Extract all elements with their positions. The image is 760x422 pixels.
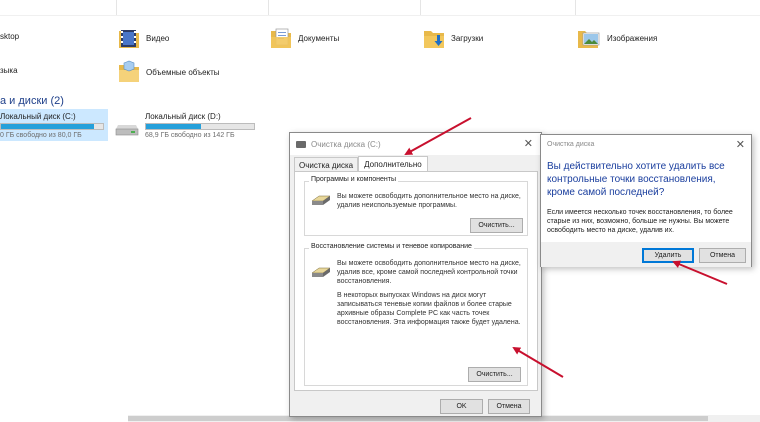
close-icon[interactable]: ✕ [524,138,533,150]
column-divider [116,0,117,15]
restore-group-note: В некоторых выпусках Windows на диск мог… [337,292,521,326]
devices-section-title[interactable]: а и диски (2) [0,95,64,107]
programs-cleanup-button[interactable]: Очистить... [470,218,523,233]
toolbar-divider [0,15,760,16]
restore-group-title: Восстановление системы и теневое копиров… [309,243,474,250]
cleanup-disk-icon [311,195,331,205]
drive-icon [115,125,139,136]
drive-d[interactable]: Локальный диск (D:) 68,9 ГБ свободно из … [145,112,255,139]
folder-label-desktop[interactable]: sktop [0,32,19,41]
cancel-button[interactable]: Отмена [488,399,530,414]
folder-label-3d-objects: Объемные объекты [146,67,220,77]
column-divider [268,0,269,15]
restore-group: Восстановление системы и теневое копиров… [304,243,528,386]
drive-d-usage-bar [145,123,255,130]
drive-c-free: 0 ГБ свободно из 80,0 ГБ [0,132,82,139]
drive-c-usage-fill [1,124,94,129]
folder-label-video: Видео [146,33,170,43]
ok-button[interactable]: OK [440,399,483,414]
programs-group-text: Вы можете освободить дополнительное мест… [337,193,521,209]
folder-label-images: Изображения [607,33,658,43]
folder-label-documents: Документы [298,33,340,43]
folder-3d-objects[interactable]: Объемные объекты [118,60,220,84]
cleanup-disk-icon [311,267,331,277]
documents-folder-icon [271,28,291,48]
drive-d-name: Локальный диск (D:) [145,112,221,121]
drive-c-name: Локальный диск (C:) [0,112,76,121]
confirm-question: Вы действительно хотите удалить все конт… [547,161,725,198]
folder-downloads[interactable]: Загрузки [423,26,483,50]
restore-group-text: Вы можете освободить дополнительное мест… [337,260,521,285]
drive-c[interactable]: Локальный диск (C:) 0 ГБ свободно из 80,… [0,112,104,139]
dialog-titlebar[interactable]: Очистка диска (C:) ✕ [290,133,541,155]
column-divider [420,0,421,15]
images-folder-icon [578,31,600,48]
confirm-cancel-button[interactable]: Отмена [699,248,746,263]
drive-icon [296,140,306,148]
confirm-dialog-title: Очистка диска [547,141,595,148]
folder-label-downloads: Загрузки [451,33,484,43]
drive-d-usage-fill [146,124,202,129]
disk-cleanup-dialog: Очистка диска (C:) ✕ Очистка диска Допол… [289,132,542,417]
programs-group: Программы и компоненты Вы можете освобод… [304,176,528,236]
downloads-folder-icon [424,31,444,48]
drive-c-usage-bar [0,123,104,130]
video-folder-icon [119,30,139,48]
delete-button[interactable]: Удалить [642,248,694,263]
close-icon[interactable]: ✕ [736,138,745,151]
confirm-explanation: Если имеется несколько точек восстановле… [547,209,733,234]
folder-images[interactable]: Изображения [577,26,657,50]
confirm-delete-dialog: Очистка диска ✕ Вы действительно хотите … [540,134,752,267]
folder-video[interactable]: Видео [118,26,169,50]
programs-group-title: Программы и компоненты [309,176,399,183]
tab-panel: Программы и компоненты Вы можете освобод… [294,171,538,391]
drive-d-free: 68,9 ГБ свободно из 142 ГБ [145,132,235,139]
column-divider [575,0,576,15]
folder-label-music[interactable]: зыка [0,66,18,75]
dialog-title: Очистка диска (C:) [311,139,381,149]
restore-cleanup-button[interactable]: Очистить... [468,367,521,382]
folder-documents[interactable]: Документы [270,26,339,50]
3d-objects-folder-icon [119,60,139,82]
